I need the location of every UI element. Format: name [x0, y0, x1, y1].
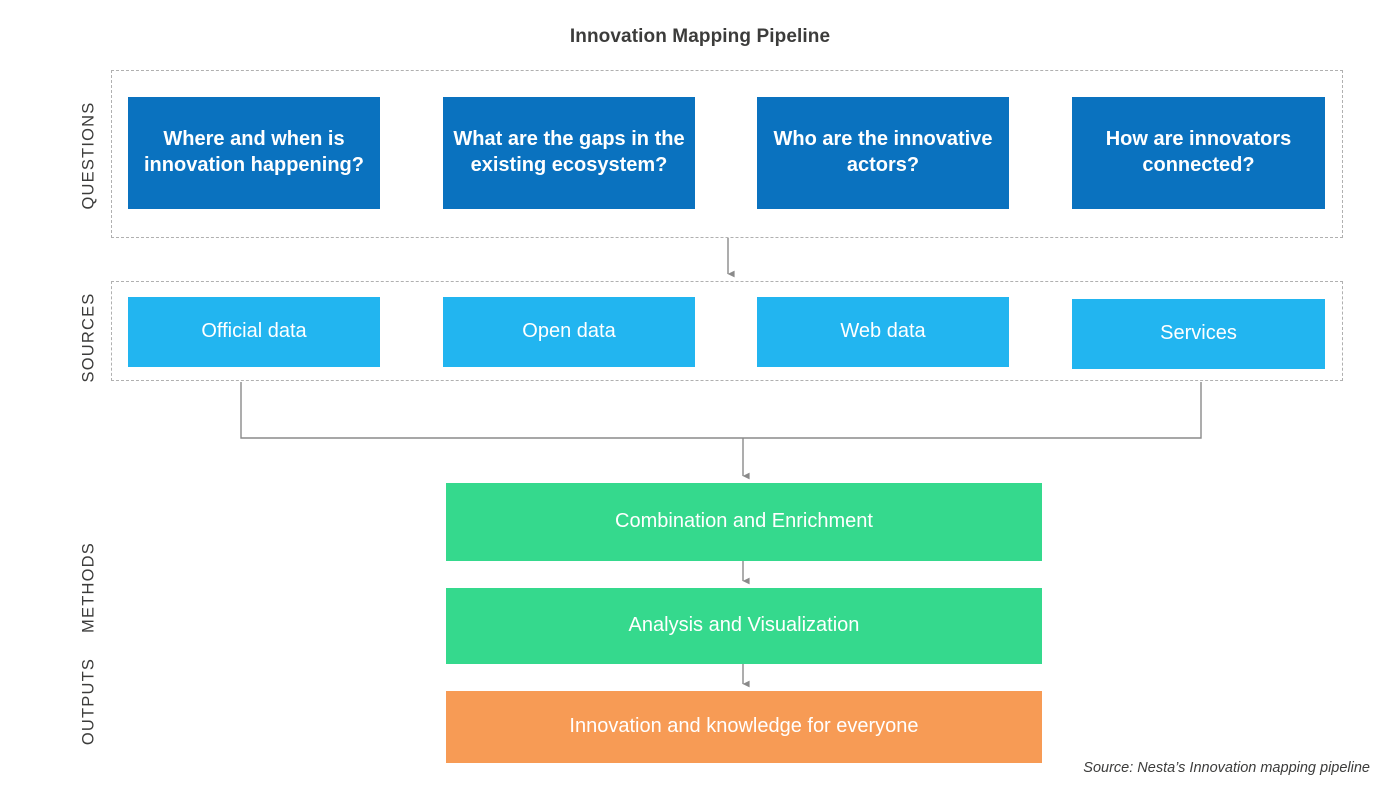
source-attribution: Source: Nesta’s Innovation mapping pipel…	[1083, 760, 1370, 776]
question-box-4[interactable]: How are innovators connected?	[1072, 97, 1325, 209]
source-box-2[interactable]: Open data	[443, 297, 695, 367]
source-box-4[interactable]: Services	[1072, 299, 1325, 369]
question-box-3[interactable]: Who are the innovative actors?	[757, 97, 1009, 209]
question-box-2[interactable]: What are the gaps in the existing ecosys…	[443, 97, 695, 209]
method-box-2[interactable]: Analysis and Visualization	[446, 588, 1042, 664]
diagram-canvas: Innovation Mapping Pipeline QUESTIONS Wh…	[0, 0, 1400, 788]
question-box-1[interactable]: Where and when is innovation happening?	[128, 97, 380, 209]
source-box-3[interactable]: Web data	[757, 297, 1009, 367]
row-label-questions: QUESTIONS	[79, 101, 98, 210]
method-box-1[interactable]: Combination and Enrichment	[446, 483, 1042, 561]
output-box-1[interactable]: Innovation and knowledge for everyone	[446, 691, 1042, 763]
row-label-outputs: OUTPUTS	[79, 657, 98, 746]
source-box-1[interactable]: Official data	[128, 297, 380, 367]
bracket-sources-merge	[240, 382, 1202, 439]
row-label-sources: SOURCES	[79, 292, 98, 383]
page-title: Innovation Mapping Pipeline	[569, 26, 831, 47]
